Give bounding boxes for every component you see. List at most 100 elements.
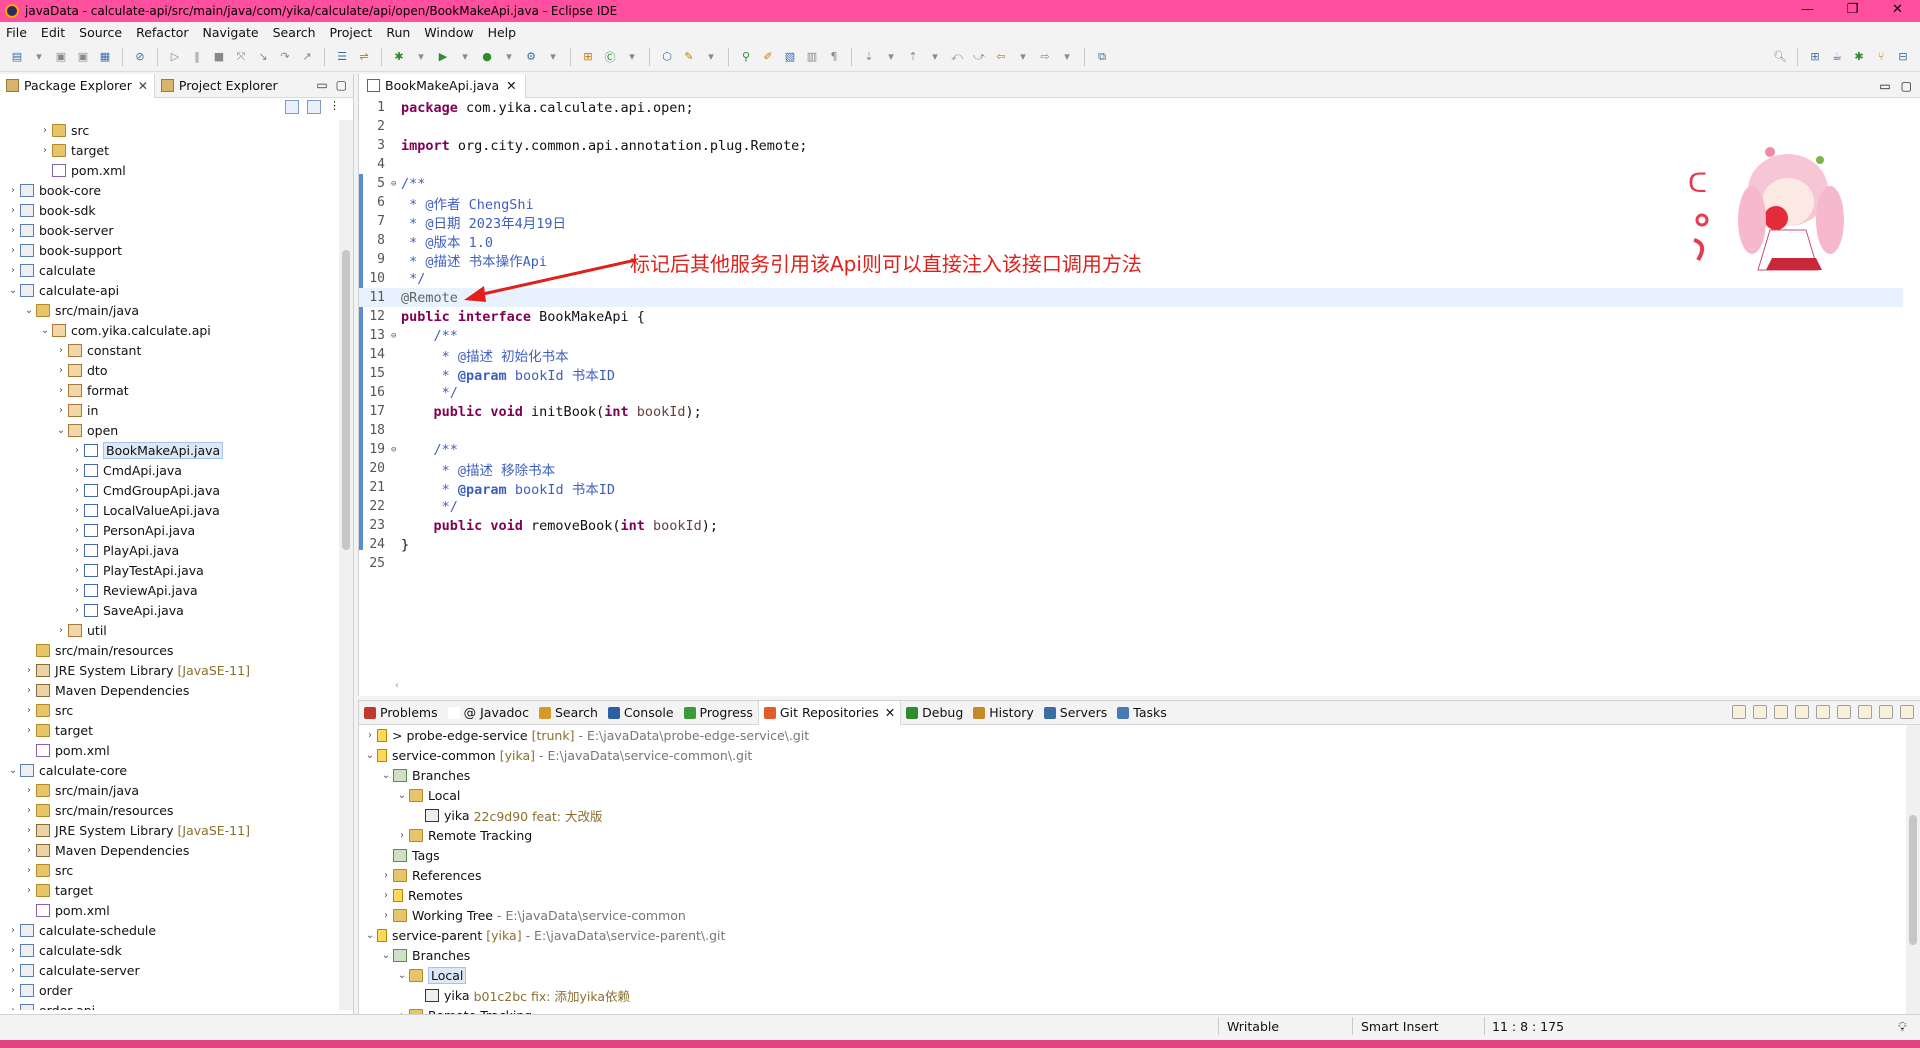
collapsed-chevron-icon[interactable]: › <box>54 365 68 376</box>
tree-item[interactable]: › BookMakeApi.java <box>0 440 340 460</box>
expanded-chevron-icon[interactable]: ⌄ <box>6 765 20 776</box>
collapsed-chevron-icon[interactable]: › <box>6 945 20 956</box>
tree-item[interactable]: › calculate <box>0 260 340 280</box>
add-repository-icon[interactable] <box>1753 705 1767 719</box>
collapsed-chevron-icon[interactable]: › <box>395 830 409 841</box>
code-line[interactable]: 21 * @param bookId 书本ID <box>359 478 1903 498</box>
previous-annotation-icon[interactable]: ⇡ <box>905 49 921 65</box>
tab-problems[interactable]: Problems <box>359 701 443 725</box>
block-selection-icon[interactable]: ▧ <box>782 49 798 65</box>
java-perspective-icon[interactable]: ☕︎ <box>1829 48 1845 64</box>
collapsed-chevron-icon[interactable]: › <box>70 605 84 616</box>
terminal-icon[interactable]: ▦ <box>97 49 113 65</box>
collapsed-chevron-icon[interactable]: › <box>38 145 52 156</box>
collapsed-chevron-icon[interactable]: › <box>6 205 20 216</box>
new-icon[interactable]: ▤ <box>9 49 25 65</box>
forward-edit-icon[interactable]: ⤻ <box>971 49 987 65</box>
minimize-view-icon[interactable] <box>1879 705 1893 719</box>
code-line[interactable]: 4 <box>359 155 1903 174</box>
left-scrollbar[interactable] <box>339 120 353 1010</box>
suspend-icon[interactable]: ‖ <box>189 49 205 65</box>
code-line[interactable]: 13 ⊖ /** <box>359 326 1903 345</box>
tree-item[interactable]: › order-api <box>0 1000 340 1010</box>
expanded-chevron-icon[interactable]: ⌄ <box>379 950 393 961</box>
menu-edit[interactable]: Edit <box>41 25 65 40</box>
expanded-chevron-icon[interactable]: ⌄ <box>395 970 409 981</box>
open-perspective-icon[interactable]: ⧉ <box>1094 49 1110 65</box>
collapsed-chevron-icon[interactable]: › <box>6 1005 20 1011</box>
code-line[interactable]: 25 <box>359 554 1903 573</box>
collapsed-chevron-icon[interactable]: › <box>22 725 36 736</box>
step-return-icon[interactable]: ↗ <box>299 49 315 65</box>
tree-item[interactable]: › book-sdk <box>0 200 340 220</box>
tree-item[interactable]: › target <box>0 880 340 900</box>
collapsed-chevron-icon[interactable]: › <box>70 485 84 496</box>
expanded-chevron-icon[interactable]: ⌄ <box>363 930 377 941</box>
tab-search[interactable]: Search <box>534 701 603 725</box>
scrollbar-thumb[interactable] <box>1909 815 1917 945</box>
close-tab-icon[interactable]: ✕ <box>506 78 516 93</box>
code-line[interactable]: 20 * @描述 移除书本 <box>359 459 1903 479</box>
maximize-button[interactable]: ❐ <box>1830 0 1875 22</box>
tab-git-repositories[interactable]: Git Repositories ✕ <box>757 700 902 725</box>
maximize-view-icon[interactable] <box>1900 705 1914 719</box>
tab-history[interactable]: History <box>968 701 1038 725</box>
tree-item[interactable]: › util <box>0 620 340 640</box>
scrollbar-thumb[interactable] <box>342 250 350 550</box>
show-whitespace-icon[interactable]: ▥ <box>804 49 820 65</box>
dropdown-icon[interactable]: ▾ <box>31 49 47 65</box>
code-line[interactable]: 1 package com.yika.calculate.api.open; <box>359 98 1903 117</box>
collapsed-chevron-icon[interactable]: › <box>22 885 36 896</box>
minimize-button[interactable]: — <box>1785 0 1830 22</box>
code-line[interactable]: 22 */ <box>359 497 1903 516</box>
tree-item[interactable]: ⌄ src/main/java <box>0 300 340 320</box>
skip-breakpoints-icon[interactable]: ⊘ <box>132 49 148 65</box>
tree-item[interactable]: › CmdGroupApi.java <box>0 480 340 500</box>
code-line[interactable]: 17 public void initBook(int bookId); <box>359 402 1903 421</box>
menu-navigate[interactable]: Navigate <box>203 25 259 40</box>
highlight-icon[interactable]: ✐ <box>760 49 776 65</box>
run-icon[interactable]: ▶ <box>435 49 451 65</box>
expanded-chevron-icon[interactable]: ⌄ <box>363 750 377 761</box>
code-line[interactable]: 12 public interface BookMakeApi { <box>359 307 1903 326</box>
dropdown-icon[interactable]: ▾ <box>703 49 719 65</box>
collapsed-chevron-icon[interactable]: › <box>70 445 84 456</box>
dropdown-icon[interactable]: ▾ <box>501 49 517 65</box>
view-menu-icon[interactable] <box>1858 705 1872 719</box>
git-tree-item[interactable]: › > probe-edge-service [trunk] - E:\javaDat… <box>359 725 1899 745</box>
git-tree-item[interactable]: ⌄ service-parent [yika] - E:\javaData\servi… <box>359 925 1899 945</box>
code-line[interactable]: 19 ⊖ /** <box>359 440 1903 459</box>
collapsed-chevron-icon[interactable]: › <box>70 525 84 536</box>
code-line[interactable]: 3 import org.city.common.api.annotation.p… <box>359 136 1903 155</box>
dropdown-icon[interactable]: ▾ <box>1015 49 1031 65</box>
maximize-view-icon[interactable]: ▢ <box>336 78 347 92</box>
resource-perspective-icon[interactable]: ⊟ <box>1895 48 1911 64</box>
tab-javadoc[interactable]: @ Javadoc <box>443 701 534 725</box>
tree-item[interactable]: › order <box>0 980 340 1000</box>
minimize-editor-icon[interactable]: ▭ <box>1879 79 1890 93</box>
close-window-button[interactable]: ✕ <box>1875 0 1920 22</box>
menu-help[interactable]: Help <box>488 25 517 40</box>
tree-item[interactable]: › format <box>0 380 340 400</box>
tree-item[interactable]: › src <box>0 120 340 140</box>
tree-item[interactable]: › target <box>0 140 340 160</box>
tab-console[interactable]: Console <box>603 701 679 725</box>
collapsed-chevron-icon[interactable]: › <box>70 565 84 576</box>
tree-item[interactable]: › PlayTestApi.java <box>0 560 340 580</box>
tree-item[interactable]: › calculate-schedule <box>0 920 340 940</box>
menu-file[interactable]: File <box>6 25 27 40</box>
clone-repository-icon[interactable] <box>1774 705 1788 719</box>
collapsed-chevron-icon[interactable]: › <box>70 505 84 516</box>
tree-item[interactable]: › ReviewApi.java <box>0 580 340 600</box>
code-line[interactable]: 23 public void removeBook(int bookId); <box>359 516 1903 535</box>
editor-vscroll[interactable] <box>1904 98 1920 678</box>
collapse-all-icon[interactable] <box>285 100 299 114</box>
tab-package-explorer[interactable]: Package Explorer ✕ <box>0 73 155 98</box>
tree-item[interactable]: › book-support <box>0 240 340 260</box>
code-line[interactable]: 2 <box>359 117 1903 136</box>
expanded-chevron-icon[interactable]: ⌄ <box>54 425 68 436</box>
expanded-chevron-icon[interactable]: ⌄ <box>6 285 20 296</box>
tree-item[interactable]: › Maven Dependencies <box>0 840 340 860</box>
tree-item[interactable]: › calculate-server <box>0 960 340 980</box>
disconnect-icon[interactable]: ⤧ <box>233 49 249 65</box>
